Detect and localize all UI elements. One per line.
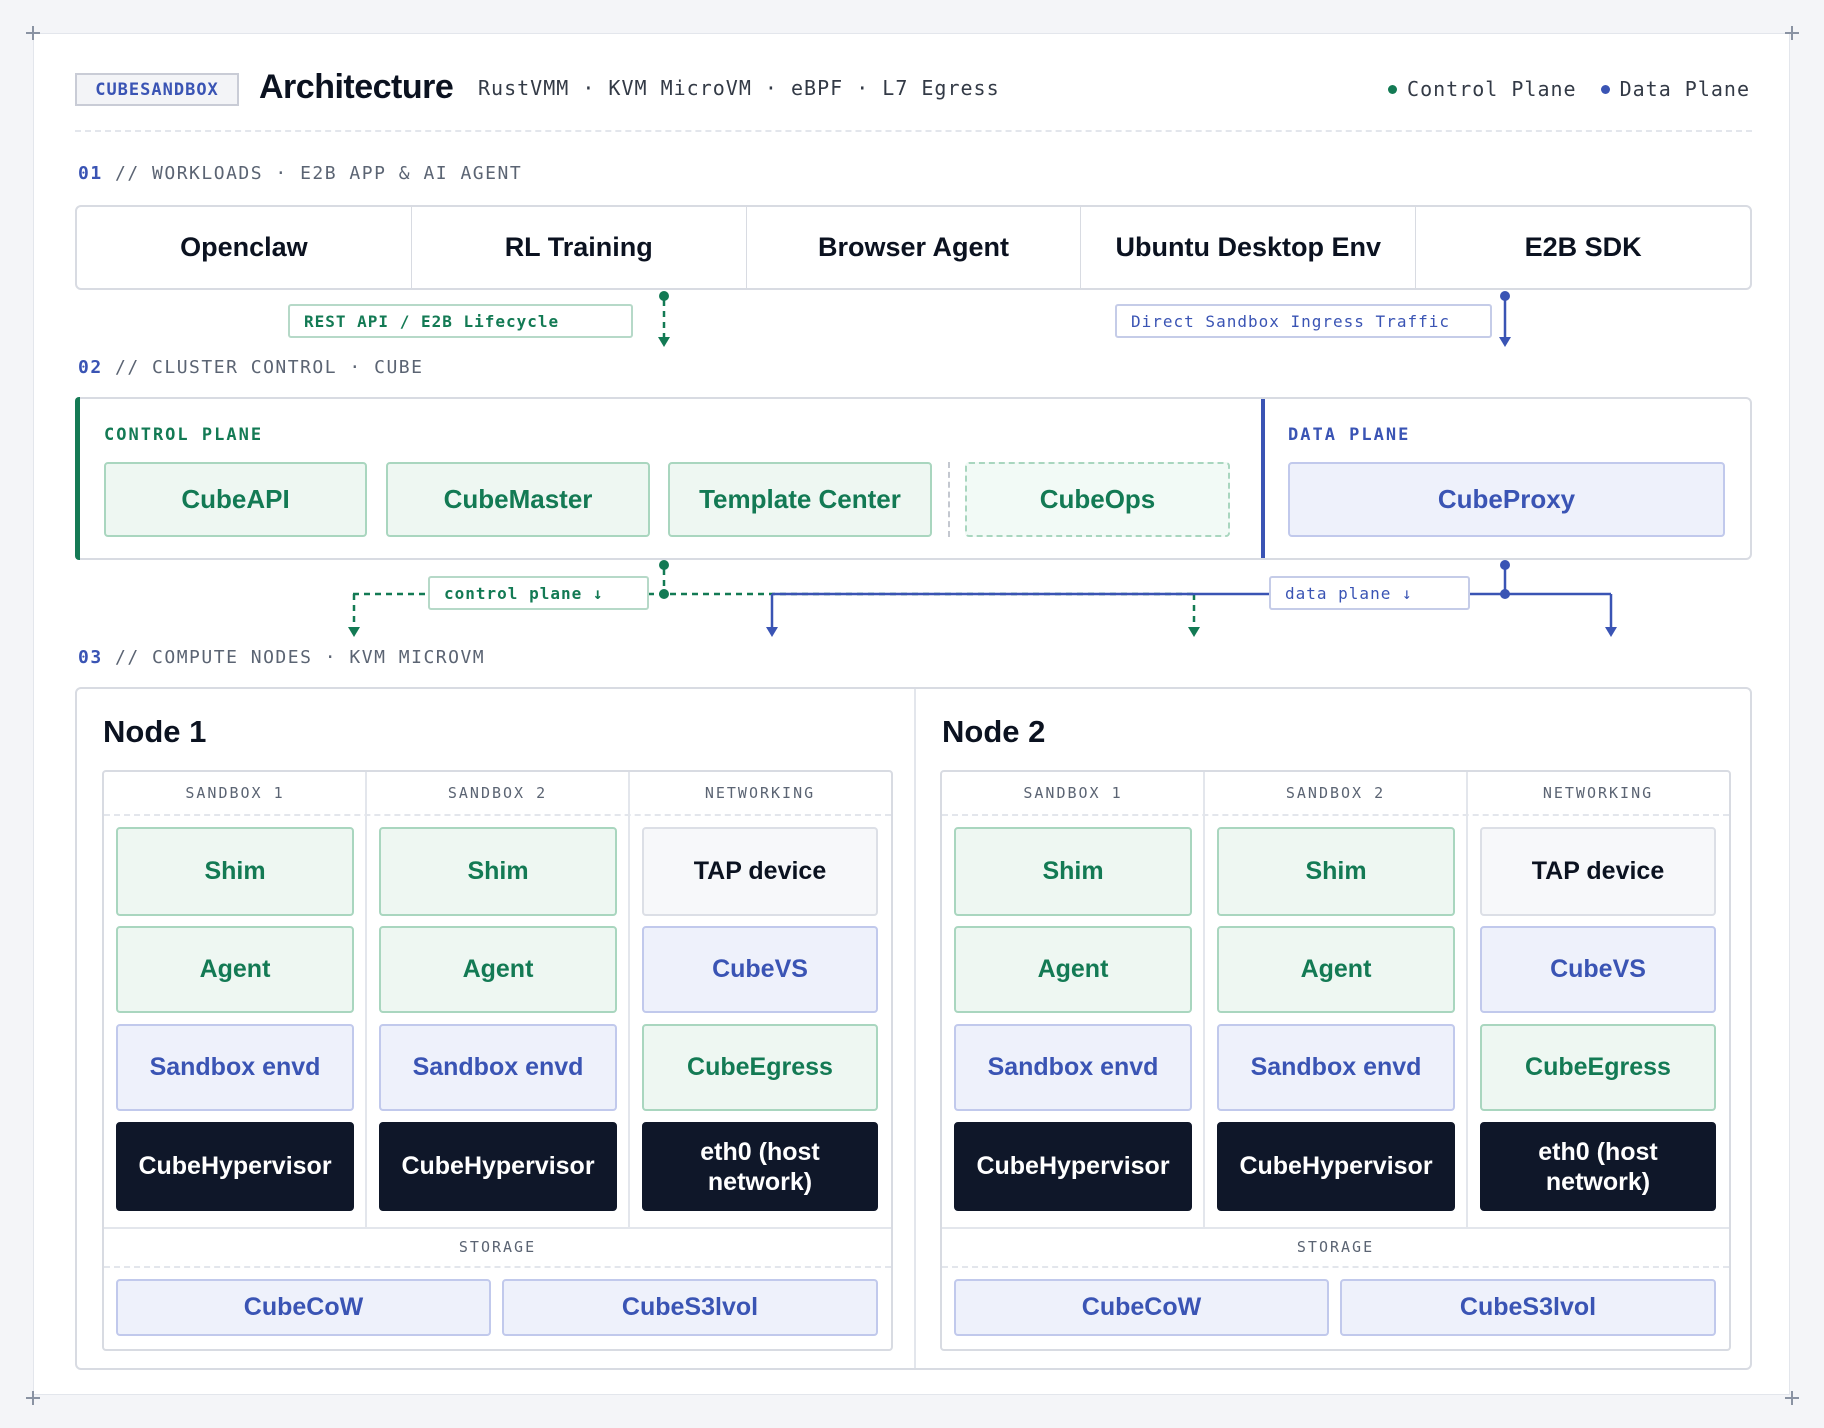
connector-dot [1500, 291, 1510, 301]
connector-dot [659, 560, 669, 570]
cubevs-box[interactable]: CubeVS [1480, 926, 1716, 1013]
cubeegress-box[interactable]: CubeEgress [1480, 1024, 1716, 1111]
node-divider [914, 689, 916, 1368]
divider [1203, 772, 1205, 1227]
section-label-compute: 03 // COMPUTE NODES · KVM MICROVM [78, 647, 485, 668]
node-2-title: Node 2 [942, 714, 1046, 749]
cubecow-box[interactable]: CubeCoW [116, 1279, 491, 1336]
data-plane-tag: data plane ↓ [1269, 576, 1470, 610]
agent-box[interactable]: Agent [116, 926, 354, 1013]
cube-hypervisor-box[interactable]: CubeHypervisor [379, 1122, 617, 1211]
cubeegress-box[interactable]: CubeEgress [642, 1024, 878, 1111]
arrow-head [766, 627, 778, 637]
control-plane-tag: control plane ↓ [428, 576, 649, 610]
shim-box[interactable]: Shim [954, 827, 1192, 916]
sandbox-envd-box[interactable]: Sandbox envd [379, 1024, 617, 1111]
agent-box[interactable]: Agent [954, 926, 1192, 1013]
node-1-frame: SANDBOX 1 SANDBOX 2 NETWORKING Shim Agen… [102, 770, 893, 1351]
column-header: NETWORKING [704, 784, 816, 802]
shim-box[interactable]: Shim [379, 827, 617, 916]
divider [942, 1266, 1729, 1268]
section-number: 03 [78, 647, 103, 668]
compute-nodes-panel: Node 1 SANDBOX 1 SANDBOX 2 NETWORKING Sh… [75, 687, 1752, 1370]
eth0-host-network-box[interactable]: eth0 (host network) [642, 1122, 878, 1211]
section-number: 02 [78, 357, 103, 378]
agent-box[interactable]: Agent [1217, 926, 1455, 1013]
cubeproxy-box[interactable]: CubeProxy [1288, 462, 1725, 537]
divider [942, 814, 1729, 816]
divider [628, 772, 630, 1227]
storage-label: STORAGE [458, 1238, 537, 1256]
column-header: SANDBOX 2 [1285, 784, 1386, 802]
data-plane-label: DATA PLANE [1288, 425, 1411, 445]
arrow-head [1605, 627, 1617, 637]
cubemaster-box[interactable]: CubeMaster [386, 462, 650, 537]
arrow-head [348, 627, 360, 637]
cubecow-box[interactable]: CubeCoW [954, 1279, 1329, 1336]
tap-device-box[interactable]: TAP device [642, 827, 878, 916]
column-header: SANDBOX 2 [447, 784, 548, 802]
sandbox-envd-box[interactable]: Sandbox envd [116, 1024, 354, 1111]
tap-device-box[interactable]: TAP device [1480, 827, 1716, 916]
column-header: SANDBOX 1 [185, 784, 285, 802]
shim-box[interactable]: Shim [116, 827, 354, 916]
section-text: // COMPUTE NODES · KVM MICROVM [115, 647, 486, 668]
column-header: SANDBOX 1 [1023, 784, 1123, 802]
node-1-title: Node 1 [103, 714, 207, 749]
eth0-host-network-box[interactable]: eth0 (host network) [1480, 1122, 1716, 1211]
cube-hypervisor-box[interactable]: CubeHypervisor [1217, 1122, 1455, 1211]
control-plane-label: CONTROL PLANE [104, 425, 264, 445]
cubeops-box[interactable]: CubeOps [965, 462, 1230, 537]
cubes3lvol-box[interactable]: CubeS3lvol [502, 1279, 878, 1336]
cubes3lvol-box[interactable]: CubeS3lvol [1340, 1279, 1716, 1336]
connector-dot [659, 291, 669, 301]
sandbox-envd-box[interactable]: Sandbox envd [1217, 1024, 1455, 1111]
rest-api-tag: REST API / E2B Lifecycle [288, 304, 633, 338]
template-center-box[interactable]: Template Center [668, 462, 932, 537]
divider [104, 1266, 891, 1268]
divider [1466, 772, 1468, 1227]
column-header: NETWORKING [1542, 784, 1654, 802]
divider [365, 772, 367, 1227]
sandbox-envd-box[interactable]: Sandbox envd [954, 1024, 1192, 1111]
node-2-frame: SANDBOX 1 SANDBOX 2 NETWORKING Shim Agen… [940, 770, 1731, 1351]
section-label-cluster: 02 // CLUSTER CONTROL · CUBE [78, 357, 423, 378]
agent-box[interactable]: Agent [379, 926, 617, 1013]
cubeapi-box[interactable]: CubeAPI [104, 462, 367, 537]
section-text: // CLUSTER CONTROL · CUBE [115, 357, 424, 378]
cube-hypervisor-box[interactable]: CubeHypervisor [116, 1122, 354, 1211]
cube-hypervisor-box[interactable]: CubeHypervisor [954, 1122, 1192, 1211]
cubevs-box[interactable]: CubeVS [642, 926, 878, 1013]
divider [104, 814, 891, 816]
connector-dot [1500, 560, 1510, 570]
shim-box[interactable]: Shim [1217, 827, 1455, 916]
divider [948, 462, 950, 537]
control-plane-accent [75, 397, 80, 560]
cluster-control-panel: CONTROL PLANE DATA PLANE CubeAPI CubeMas… [75, 397, 1752, 560]
data-plane-accent [1261, 399, 1265, 558]
storage-label: STORAGE [1296, 1238, 1375, 1256]
arrow-head [658, 337, 670, 347]
arrow-head [1499, 337, 1511, 347]
arrow-head [1188, 627, 1200, 637]
ingress-tag: Direct Sandbox Ingress Traffic [1115, 304, 1492, 338]
